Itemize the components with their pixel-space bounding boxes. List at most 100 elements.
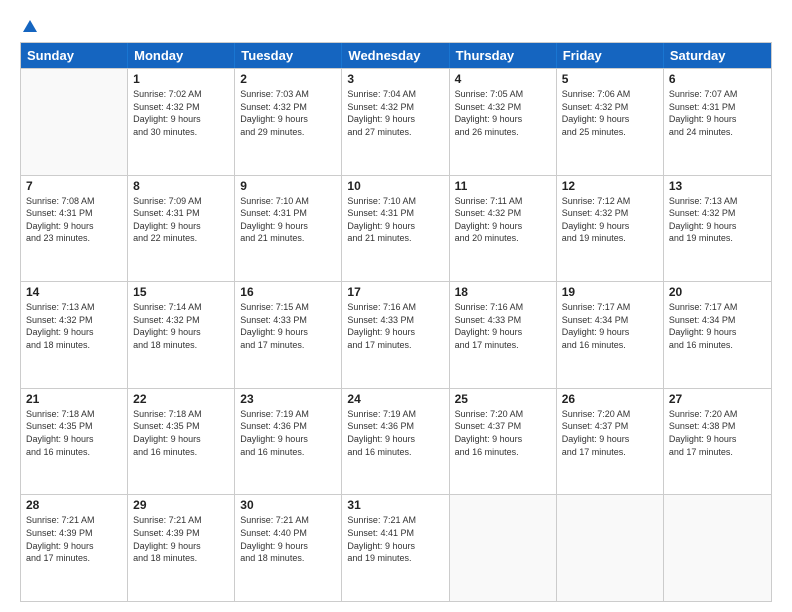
cell-info: Sunrise: 7:02 AMSunset: 4:32 PMDaylight:… bbox=[133, 88, 229, 138]
header bbox=[20, 18, 772, 32]
day-number: 8 bbox=[133, 179, 229, 193]
day-number: 3 bbox=[347, 72, 443, 86]
cell-info: Sunrise: 7:16 AMSunset: 4:33 PMDaylight:… bbox=[347, 301, 443, 351]
cell-info: Sunrise: 7:16 AMSunset: 4:33 PMDaylight:… bbox=[455, 301, 551, 351]
day-cell-20: 20 Sunrise: 7:17 AMSunset: 4:34 PMDayligh… bbox=[664, 282, 771, 388]
day-cell-empty bbox=[664, 495, 771, 601]
day-number: 7 bbox=[26, 179, 122, 193]
day-cell-10: 10 Sunrise: 7:10 AMSunset: 4:31 PMDayligh… bbox=[342, 176, 449, 282]
cell-info: Sunrise: 7:14 AMSunset: 4:32 PMDaylight:… bbox=[133, 301, 229, 351]
day-number: 24 bbox=[347, 392, 443, 406]
cell-info: Sunrise: 7:10 AMSunset: 4:31 PMDaylight:… bbox=[347, 195, 443, 245]
day-number: 30 bbox=[240, 498, 336, 512]
day-number: 1 bbox=[133, 72, 229, 86]
day-number: 12 bbox=[562, 179, 658, 193]
cell-info: Sunrise: 7:08 AMSunset: 4:31 PMDaylight:… bbox=[26, 195, 122, 245]
day-number: 9 bbox=[240, 179, 336, 193]
day-cell-31: 31 Sunrise: 7:21 AMSunset: 4:41 PMDayligh… bbox=[342, 495, 449, 601]
day-number: 16 bbox=[240, 285, 336, 299]
calendar: SundayMondayTuesdayWednesdayThursdayFrid… bbox=[20, 42, 772, 602]
header-day-saturday: Saturday bbox=[664, 43, 771, 68]
day-cell-6: 6 Sunrise: 7:07 AMSunset: 4:31 PMDaylight… bbox=[664, 69, 771, 175]
day-cell-4: 4Sunrise: 7:05 AMSunset: 4:32 PMDaylight… bbox=[450, 69, 557, 175]
cell-info: Sunrise: 7:17 AMSunset: 4:34 PMDaylight:… bbox=[562, 301, 658, 351]
day-cell-empty bbox=[557, 495, 664, 601]
cell-info: Sunrise: 7:20 AMSunset: 4:37 PMDaylight:… bbox=[455, 408, 551, 458]
day-cell-18: 18 Sunrise: 7:16 AMSunset: 4:33 PMDayligh… bbox=[450, 282, 557, 388]
day-cell-5: 5Sunrise: 7:06 AMSunset: 4:32 PMDaylight… bbox=[557, 69, 664, 175]
day-cell-empty bbox=[450, 495, 557, 601]
header-day-tuesday: Tuesday bbox=[235, 43, 342, 68]
day-number: 19 bbox=[562, 285, 658, 299]
day-cell-3: 3 Sunrise: 7:04 AMSunset: 4:32 PMDaylight… bbox=[342, 69, 449, 175]
cell-info: Sunrise: 7:20 AMSunset: 4:37 PMDaylight:… bbox=[562, 408, 658, 458]
cell-info: Sunrise: 7:18 AMSunset: 4:35 PMDaylight:… bbox=[133, 408, 229, 458]
day-number: 15 bbox=[133, 285, 229, 299]
cell-info: Sunrise: 7:13 AMSunset: 4:32 PMDaylight:… bbox=[669, 195, 766, 245]
day-cell-26: 26 Sunrise: 7:20 AMSunset: 4:37 PMDayligh… bbox=[557, 389, 664, 495]
day-cell-28: 28 Sunrise: 7:21 AMSunset: 4:39 PMDayligh… bbox=[21, 495, 128, 601]
header-day-sunday: Sunday bbox=[21, 43, 128, 68]
day-number: 11 bbox=[455, 179, 551, 193]
day-number: 20 bbox=[669, 285, 766, 299]
calendar-body: 1 Sunrise: 7:02 AMSunset: 4:32 PMDaylight… bbox=[21, 68, 771, 601]
day-number: 27 bbox=[669, 392, 766, 406]
week-row-3: 14Sunrise: 7:13 AMSunset: 4:32 PMDayligh… bbox=[21, 281, 771, 388]
day-cell-7: 7 Sunrise: 7:08 AMSunset: 4:31 PMDaylight… bbox=[21, 176, 128, 282]
day-cell-30: 30 Sunrise: 7:21 AMSunset: 4:40 PMDayligh… bbox=[235, 495, 342, 601]
day-cell-25: 25 Sunrise: 7:20 AMSunset: 4:37 PMDayligh… bbox=[450, 389, 557, 495]
day-number: 6 bbox=[669, 72, 766, 86]
day-number: 13 bbox=[669, 179, 766, 193]
logo bbox=[20, 18, 40, 32]
day-cell-24: 24 Sunrise: 7:19 AMSunset: 4:36 PMDayligh… bbox=[342, 389, 449, 495]
day-number: 17 bbox=[347, 285, 443, 299]
cell-info: Sunrise: 7:19 AMSunset: 4:36 PMDaylight:… bbox=[347, 408, 443, 458]
day-number: 10 bbox=[347, 179, 443, 193]
day-cell-12: 12Sunrise: 7:12 AMSunset: 4:32 PMDayligh… bbox=[557, 176, 664, 282]
cell-info: Sunrise: 7:21 AMSunset: 4:39 PMDaylight:… bbox=[26, 514, 122, 564]
day-number: 26 bbox=[562, 392, 658, 406]
cell-info: Sunrise: 7:21 AMSunset: 4:39 PMDaylight:… bbox=[133, 514, 229, 564]
header-day-monday: Monday bbox=[128, 43, 235, 68]
day-cell-29: 29 Sunrise: 7:21 AMSunset: 4:39 PMDayligh… bbox=[128, 495, 235, 601]
logo-icon bbox=[21, 18, 39, 36]
day-cell-22: 22 Sunrise: 7:18 AMSunset: 4:35 PMDayligh… bbox=[128, 389, 235, 495]
calendar-header: SundayMondayTuesdayWednesdayThursdayFrid… bbox=[21, 43, 771, 68]
day-number: 31 bbox=[347, 498, 443, 512]
day-number: 18 bbox=[455, 285, 551, 299]
day-cell-8: 8Sunrise: 7:09 AMSunset: 4:31 PMDaylight… bbox=[128, 176, 235, 282]
cell-info: Sunrise: 7:04 AMSunset: 4:32 PMDaylight:… bbox=[347, 88, 443, 138]
cell-info: Sunrise: 7:07 AMSunset: 4:31 PMDaylight:… bbox=[669, 88, 766, 138]
day-cell-empty bbox=[21, 69, 128, 175]
cell-info: Sunrise: 7:21 AMSunset: 4:41 PMDaylight:… bbox=[347, 514, 443, 564]
day-cell-13: 13 Sunrise: 7:13 AMSunset: 4:32 PMDayligh… bbox=[664, 176, 771, 282]
cell-info: Sunrise: 7:21 AMSunset: 4:40 PMDaylight:… bbox=[240, 514, 336, 564]
day-number: 21 bbox=[26, 392, 122, 406]
cell-info: Sunrise: 7:15 AMSunset: 4:33 PMDaylight:… bbox=[240, 301, 336, 351]
day-cell-2: 2Sunrise: 7:03 AMSunset: 4:32 PMDaylight… bbox=[235, 69, 342, 175]
day-number: 29 bbox=[133, 498, 229, 512]
week-row-5: 28 Sunrise: 7:21 AMSunset: 4:39 PMDayligh… bbox=[21, 494, 771, 601]
day-cell-16: 16 Sunrise: 7:15 AMSunset: 4:33 PMDayligh… bbox=[235, 282, 342, 388]
day-cell-27: 27Sunrise: 7:20 AMSunset: 4:38 PMDayligh… bbox=[664, 389, 771, 495]
week-row-4: 21 Sunrise: 7:18 AMSunset: 4:35 PMDayligh… bbox=[21, 388, 771, 495]
day-cell-15: 15 Sunrise: 7:14 AMSunset: 4:32 PMDayligh… bbox=[128, 282, 235, 388]
cell-info: Sunrise: 7:19 AMSunset: 4:36 PMDaylight:… bbox=[240, 408, 336, 458]
cell-info: Sunrise: 7:03 AMSunset: 4:32 PMDaylight:… bbox=[240, 88, 336, 138]
day-number: 28 bbox=[26, 498, 122, 512]
week-row-1: 1 Sunrise: 7:02 AMSunset: 4:32 PMDaylight… bbox=[21, 68, 771, 175]
day-cell-11: 11 Sunrise: 7:11 AMSunset: 4:32 PMDayligh… bbox=[450, 176, 557, 282]
day-number: 25 bbox=[455, 392, 551, 406]
day-number: 23 bbox=[240, 392, 336, 406]
day-number: 14 bbox=[26, 285, 122, 299]
week-row-2: 7 Sunrise: 7:08 AMSunset: 4:31 PMDaylight… bbox=[21, 175, 771, 282]
cell-info: Sunrise: 7:11 AMSunset: 4:32 PMDaylight:… bbox=[455, 195, 551, 245]
day-cell-17: 17 Sunrise: 7:16 AMSunset: 4:33 PMDayligh… bbox=[342, 282, 449, 388]
cell-info: Sunrise: 7:06 AMSunset: 4:32 PMDaylight:… bbox=[562, 88, 658, 138]
day-cell-14: 14Sunrise: 7:13 AMSunset: 4:32 PMDayligh… bbox=[21, 282, 128, 388]
header-day-friday: Friday bbox=[557, 43, 664, 68]
page: SundayMondayTuesdayWednesdayThursdayFrid… bbox=[0, 0, 792, 612]
cell-info: Sunrise: 7:17 AMSunset: 4:34 PMDaylight:… bbox=[669, 301, 766, 351]
cell-info: Sunrise: 7:05 AMSunset: 4:32 PMDaylight:… bbox=[455, 88, 551, 138]
day-number: 22 bbox=[133, 392, 229, 406]
